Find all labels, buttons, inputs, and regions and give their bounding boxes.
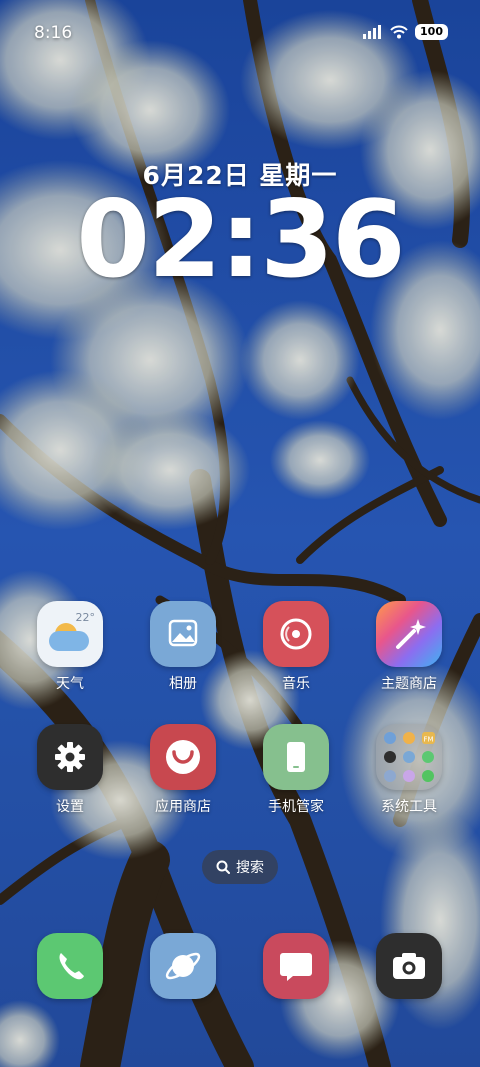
clock-widget[interactable]: 02:36 <box>0 178 480 301</box>
browser-icon <box>165 952 201 980</box>
app-label: 系统工具 <box>381 799 437 815</box>
wifi-icon <box>390 25 408 39</box>
app-gallery[interactable]: 相册 <box>128 601 238 693</box>
app-theme-store[interactable]: 主题商店 <box>354 601 464 693</box>
app-label: 天气 <box>56 676 84 692</box>
folder-icon: FM <box>376 724 442 790</box>
app-label: 设置 <box>56 799 84 815</box>
app-phone-manager[interactable]: 手机管家 <box>241 724 351 816</box>
app-label: 主题商店 <box>381 676 437 692</box>
app-settings[interactable]: 设置 <box>15 724 125 816</box>
camera-icon <box>393 953 425 979</box>
dock-browser[interactable] <box>150 933 216 999</box>
folder-tag: FM <box>423 736 433 744</box>
status-icons: 100 <box>363 24 448 40</box>
gear-icon <box>37 724 103 790</box>
app-app-store[interactable]: 应用商店 <box>128 724 238 816</box>
weather-icon: 22° <box>37 601 103 667</box>
app-label: 音乐 <box>282 676 310 692</box>
app-label: 手机管家 <box>268 799 324 815</box>
status-time: 8:16 <box>34 23 73 43</box>
weather-temp: 22° <box>75 611 96 624</box>
search-icon <box>216 860 230 874</box>
phone-shield-icon <box>263 724 329 790</box>
app-label: 应用商店 <box>155 799 211 815</box>
app-label: 相册 <box>169 676 197 692</box>
smile-bag-icon <box>150 724 216 790</box>
app-weather[interactable]: 22° 天气 <box>15 601 125 693</box>
app-system-tools-folder[interactable]: FM 系统工具 <box>354 724 464 816</box>
music-icon <box>263 601 329 667</box>
search-label: 搜索 <box>236 860 264 876</box>
magic-wand-icon <box>376 601 442 667</box>
battery-indicator: 100 <box>415 24 448 40</box>
dock-phone[interactable] <box>37 933 103 999</box>
gallery-icon <box>150 601 216 667</box>
phone-icon <box>59 953 84 980</box>
dock-messages[interactable] <box>263 933 329 999</box>
app-music[interactable]: 音乐 <box>241 601 351 693</box>
dock-camera[interactable] <box>376 933 442 999</box>
search-button[interactable]: 搜索 <box>202 850 278 884</box>
signal-icon <box>363 25 382 39</box>
message-icon <box>280 953 312 981</box>
